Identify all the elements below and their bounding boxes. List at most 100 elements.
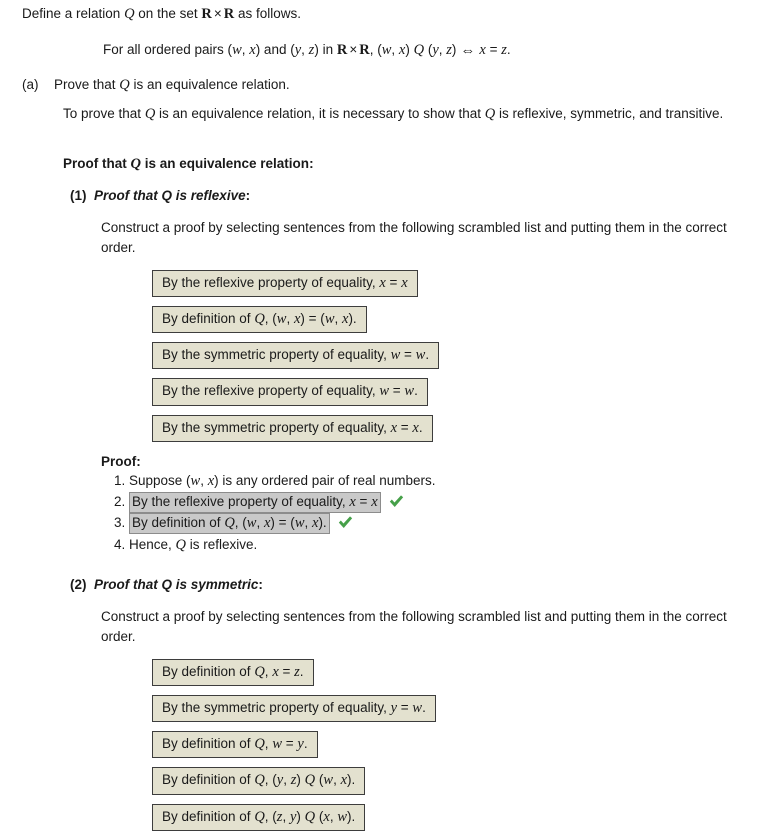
proof-section-title-colon: : bbox=[258, 577, 263, 592]
def-t13: . bbox=[506, 42, 511, 57]
def-set-r1: R bbox=[336, 42, 348, 58]
text-run: . bbox=[414, 383, 418, 399]
scrambled-sentence-option[interactable]: By definition of Q, (z, y) Q (x, w). bbox=[152, 803, 366, 831]
text-run: ). bbox=[347, 808, 356, 824]
scrambled-sentence-list: By the reflexive property of equality, x… bbox=[152, 270, 440, 451]
worksheet-page: Define a relation Q on the set R × R as fo… bbox=[0, 0, 777, 831]
text-run: , bbox=[283, 772, 291, 788]
text-run: , bbox=[334, 311, 342, 327]
def-times-symbol: × bbox=[349, 42, 358, 57]
text-run: . bbox=[422, 700, 426, 716]
def-t3: ) and ( bbox=[255, 42, 295, 57]
text-run: . bbox=[425, 347, 430, 363]
proof-step: Hence, Q is reflexive. bbox=[129, 534, 436, 556]
text-run: = bbox=[397, 700, 413, 716]
scrambled-sentence-option[interactable]: By definition of Q, (y, z) Q (w, x). bbox=[152, 767, 366, 795]
def-t8: ) bbox=[405, 42, 414, 57]
math-var: Q bbox=[175, 537, 187, 554]
scrambled-sentence-option[interactable]: By the symmetric property of equality, y… bbox=[152, 695, 436, 723]
def-t6: , ( bbox=[369, 42, 382, 57]
def-v5: w bbox=[381, 42, 392, 58]
math-var: w bbox=[415, 347, 426, 364]
text-run: By the symmetric property of equality, bbox=[162, 347, 391, 363]
proof-heading-t2: is an equivalence relation bbox=[140, 156, 310, 171]
def-relation-symbol: Q bbox=[413, 42, 425, 58]
text-run: ) = ( bbox=[270, 515, 295, 531]
math-var: Q bbox=[224, 515, 235, 532]
math-var: Q bbox=[304, 808, 316, 825]
math-var: w bbox=[337, 808, 348, 825]
math-var: Q bbox=[254, 736, 265, 753]
part-a-text: Prove that Q is an equivalence relation. bbox=[54, 75, 290, 96]
scrambled-sentence-option[interactable]: By the symmetric property of equality, w… bbox=[152, 342, 440, 370]
scrambled-row: By definition of Q, x = z. bbox=[152, 659, 436, 695]
intro-set-r2: R bbox=[223, 6, 235, 22]
scrambled-sentence-option[interactable]: By definition of Q, w = y. bbox=[152, 731, 318, 759]
to-prove-paragraph: To prove that Q is an equivalence relati… bbox=[63, 104, 753, 125]
text-run: By definition of bbox=[132, 515, 225, 531]
scrambled-sentence-option[interactable]: By the symmetric property of equality, x… bbox=[152, 414, 433, 442]
check-mark-icon bbox=[337, 515, 354, 530]
text-run: , ( bbox=[234, 515, 247, 531]
math-var: w bbox=[404, 383, 415, 400]
math-var: w bbox=[412, 700, 423, 717]
proof-section-title-suffix: is symmetric bbox=[172, 577, 259, 592]
part-a-text-prefix: Prove that bbox=[54, 77, 120, 92]
text-run: ) = ( bbox=[300, 311, 325, 327]
text-run: = bbox=[385, 275, 402, 290]
text-run: By definition of bbox=[162, 736, 255, 752]
scrambled-sentence-option[interactable]: By the reflexive property of equality, x… bbox=[152, 270, 418, 298]
to-prove-v2: Q bbox=[484, 106, 496, 122]
proof-section-title: (2) Proof that Q is symmetric: bbox=[70, 575, 263, 595]
part-a-marker: (a) bbox=[22, 77, 39, 92]
proof-section-title-var: Q bbox=[161, 188, 173, 203]
def-v1: w bbox=[232, 42, 242, 58]
def-t7: , bbox=[391, 42, 399, 57]
text-run: . bbox=[303, 736, 308, 752]
text-run: . bbox=[418, 419, 423, 435]
text-run: ). bbox=[318, 515, 327, 531]
scrambled-sentence-list: By definition of Q, x = z. By the symmetr… bbox=[152, 659, 436, 840]
times-symbol: × bbox=[213, 6, 222, 21]
scrambled-row: By the symmetric property of equality, w… bbox=[152, 342, 440, 378]
text-run: ). bbox=[347, 772, 356, 788]
intro-text-prefix: Define a relation bbox=[22, 6, 125, 21]
text-run: By definition of bbox=[162, 664, 255, 679]
text-run: By the reflexive property of equality, bbox=[132, 494, 350, 510]
math-var: w bbox=[272, 736, 282, 753]
scrambled-row: By definition of Q, (w, x) = (w, x). bbox=[152, 306, 439, 342]
construct-instruction: Construct a proof by selecting sentences… bbox=[101, 220, 727, 255]
text-run: . bbox=[299, 664, 304, 679]
scrambled-row: By definition of Q, (y, z) Q (w, x). bbox=[152, 767, 436, 803]
def-t5: ) in bbox=[314, 42, 337, 57]
text-run: = bbox=[278, 664, 295, 679]
def-t12: = bbox=[485, 42, 502, 57]
text-run: is reflexive. bbox=[186, 537, 258, 553]
proof-step-answer-box[interactable]: By definition of Q, (w, x) = (w, x). bbox=[129, 513, 330, 535]
math-var: Q bbox=[254, 664, 265, 680]
proof-step-answer-box[interactable]: By the reflexive property of equality, x… bbox=[129, 492, 381, 514]
scrambled-sentence-option[interactable]: By definition of Q, (w, x) = (w, x). bbox=[152, 306, 367, 334]
part-a-prompt: (a) Prove that Q is an equivalence relat… bbox=[22, 75, 290, 96]
math-var: w bbox=[379, 383, 390, 400]
scrambled-sentence-option[interactable]: By definition of Q, x = z. bbox=[152, 659, 314, 687]
text-run: , bbox=[304, 515, 312, 531]
intro-text-mid: on the set bbox=[134, 6, 202, 21]
text-run: = bbox=[389, 383, 405, 399]
text-run: , bbox=[282, 808, 290, 824]
part-a-text-suffix: is an equivalence relation. bbox=[129, 77, 290, 92]
text-run: = bbox=[400, 347, 416, 363]
part-a-var: Q bbox=[119, 77, 130, 93]
intro-relation-var: Q bbox=[124, 6, 135, 22]
proof-section-title-colon: : bbox=[245, 188, 251, 203]
scrambled-row: By definition of Q, (z, y) Q (x, w). bbox=[152, 803, 436, 840]
text-run: By the reflexive property of equality, bbox=[162, 275, 380, 290]
math-var: Q bbox=[304, 772, 316, 789]
text-run: By the reflexive property of equality, bbox=[162, 383, 380, 399]
scrambled-sentence-option[interactable]: By the reflexive property of equality, w… bbox=[152, 378, 428, 406]
proof-heading-var: Q bbox=[130, 156, 141, 172]
iff-icon: ⇔ bbox=[460, 42, 476, 59]
to-prove-t1: To prove that bbox=[63, 106, 145, 121]
text-run: , bbox=[200, 473, 208, 488]
math-var: x bbox=[371, 494, 378, 511]
